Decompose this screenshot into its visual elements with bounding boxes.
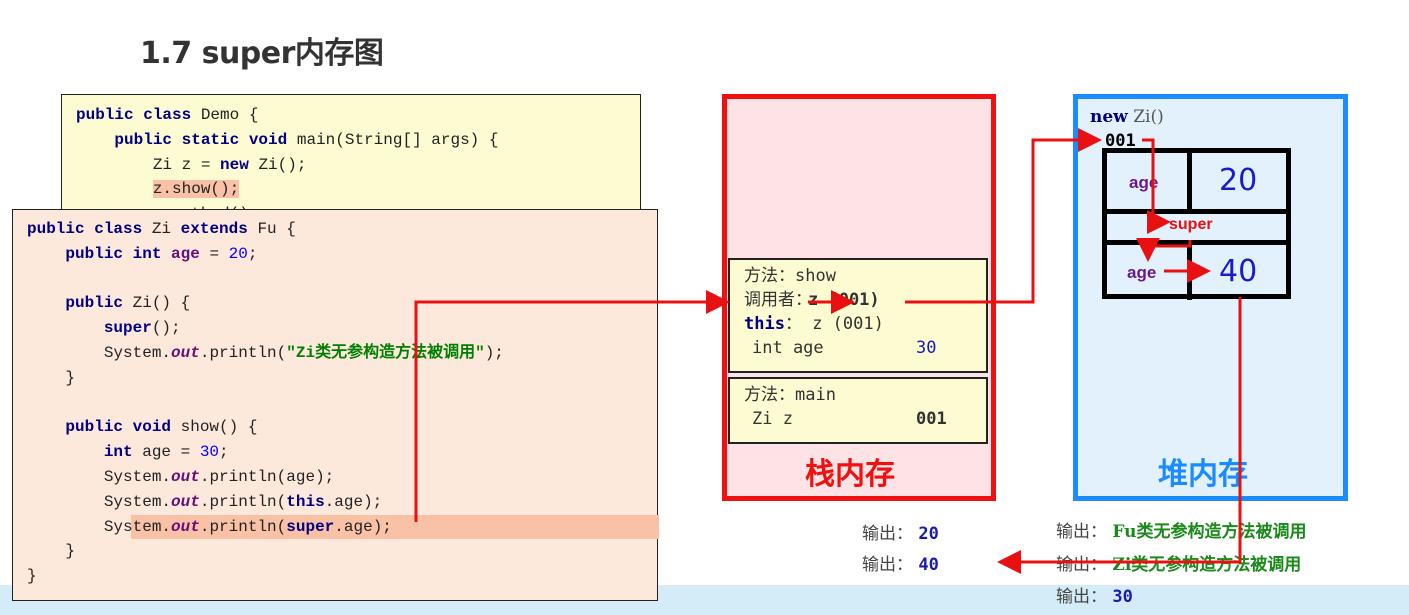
super-to-age-arrow: [1136, 238, 1192, 262]
value-to-output-arrow: [997, 297, 1242, 574]
code-to-stack-arrow: [414, 290, 730, 522]
address-to-super-arrow: [1142, 138, 1171, 234]
arrows-layer: [414, 128, 1242, 574]
stack-to-heap-arrow: [905, 128, 1102, 304]
